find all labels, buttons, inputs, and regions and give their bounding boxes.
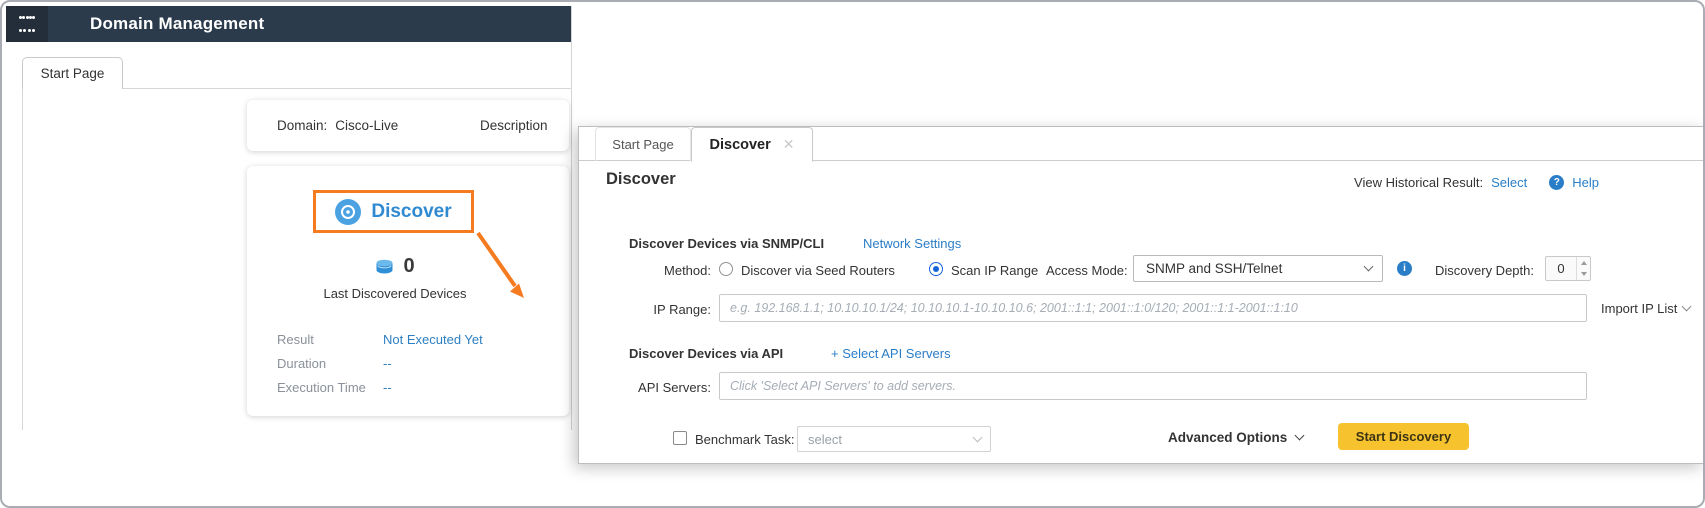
- page-title: Discover: [606, 170, 676, 188]
- stat-row-result: Result Not Executed Yet: [277, 332, 547, 350]
- stat-label: Duration: [277, 356, 327, 371]
- devices-db-icon: [376, 259, 393, 273]
- discover-button-label: Discover: [371, 200, 452, 222]
- chevron-down-icon: [1681, 301, 1692, 312]
- historical-select-link[interactable]: Select: [1491, 175, 1527, 190]
- benchmark-task-checkbox[interactable]: [673, 431, 687, 445]
- start-discovery-button[interactable]: Start Discovery: [1338, 423, 1469, 450]
- snmp-section-title: Discover Devices via SNMP/CLI: [629, 236, 825, 251]
- benchmark-task-select[interactable]: select: [797, 426, 991, 452]
- historical-result-label: View Historical Result:: [1354, 175, 1484, 190]
- method-label: Method:: [664, 263, 711, 278]
- discover-button[interactable]: Discover: [313, 190, 474, 233]
- screen: Domain Management Start Page Domain: Cis…: [0, 0, 1705, 508]
- tab-discover-label: Discover: [709, 136, 771, 153]
- api-section-title: Discover Devices via API: [629, 346, 784, 361]
- chevron-down-icon: [1294, 430, 1305, 441]
- help-icon[interactable]: ?: [1549, 175, 1565, 190]
- discovery-depth-stepper[interactable]: 0: [1545, 256, 1591, 281]
- ip-range-label: IP Range:: [653, 302, 711, 317]
- spinner-up-icon[interactable]: [1577, 257, 1590, 269]
- window-title: Domain Management: [90, 14, 265, 33]
- title-bar: Domain Management: [6, 6, 571, 42]
- chevron-down-icon: [972, 432, 983, 443]
- spinner-down-icon[interactable]: [1577, 269, 1590, 281]
- discover-card: Discover 0 Last Discovered Devices Resul…: [247, 166, 569, 416]
- radio-scan-ip-range[interactable]: [929, 262, 943, 276]
- chevron-down-icon: [1363, 261, 1374, 272]
- tab-discover[interactable]: Discover ✕: [691, 127, 813, 162]
- discovery-depth-value: 0: [1557, 261, 1565, 276]
- domain-summary-card: Domain: Cisco-Live Description: [247, 100, 569, 151]
- stat-value: --: [383, 356, 392, 371]
- radio-label-seed-routers[interactable]: Discover via Seed Routers: [741, 263, 895, 278]
- stat-row-execution-time: Execution Time --: [277, 380, 547, 398]
- tab-start-page-bg[interactable]: Start Page: [22, 57, 123, 89]
- tab-start-page[interactable]: Start Page: [595, 127, 691, 161]
- access-mode-label: Access Mode:: [1046, 263, 1128, 278]
- dialog-tab-strip: Start Page Discover ✕: [579, 127, 1704, 162]
- close-icon[interactable]: ✕: [783, 136, 795, 153]
- benchmark-task-select-value: select: [808, 431, 842, 447]
- app-grid-icon: [19, 16, 35, 32]
- access-mode-dropdown[interactable]: SNMP and SSH/Telnet: [1133, 255, 1383, 282]
- description-label: Description: [480, 118, 548, 133]
- access-mode-value: SNMP and SSH/Telnet: [1146, 261, 1283, 276]
- discover-dialog: Start Page Discover ✕ Discover View Hist…: [578, 126, 1705, 464]
- stat-row-duration: Duration --: [277, 356, 547, 374]
- stat-label: Execution Time: [277, 380, 366, 395]
- discover-target-icon: [335, 198, 362, 225]
- select-api-servers-link[interactable]: + Select API Servers: [831, 346, 951, 361]
- import-ip-list-dropdown[interactable]: Import IP List: [1601, 301, 1692, 316]
- discovery-depth-label: Discovery Depth:: [1435, 263, 1534, 278]
- network-settings-link[interactable]: Network Settings: [863, 236, 961, 251]
- stat-value: --: [383, 380, 392, 395]
- stat-label: Result: [277, 332, 314, 347]
- app-grid-button[interactable]: [6, 6, 48, 42]
- device-count: 0: [403, 255, 415, 277]
- advanced-options-label: Advanced Options: [1168, 430, 1288, 445]
- domain-value: Cisco-Live: [335, 118, 399, 133]
- stat-value: Not Executed Yet: [383, 332, 483, 347]
- domain-label: Domain:: [277, 118, 328, 133]
- info-icon[interactable]: i: [1397, 261, 1412, 276]
- radio-discover-via-seed-routers[interactable]: [719, 262, 733, 276]
- radio-label-scan-ip-range[interactable]: Scan IP Range: [951, 263, 1038, 278]
- domain-management-window: Domain Management Start Page Domain: Cis…: [6, 6, 572, 430]
- help-link[interactable]: Help: [1572, 175, 1599, 190]
- import-ip-list-label: Import IP List: [1601, 301, 1678, 316]
- api-servers-input[interactable]: [719, 372, 1587, 400]
- api-servers-label: API Servers:: [638, 380, 711, 395]
- benchmark-task-label: Benchmark Task:: [695, 432, 795, 447]
- device-count-caption: Last Discovered Devices: [323, 286, 467, 301]
- advanced-options-toggle[interactable]: Advanced Options: [1168, 430, 1305, 445]
- ip-range-input[interactable]: [719, 294, 1587, 322]
